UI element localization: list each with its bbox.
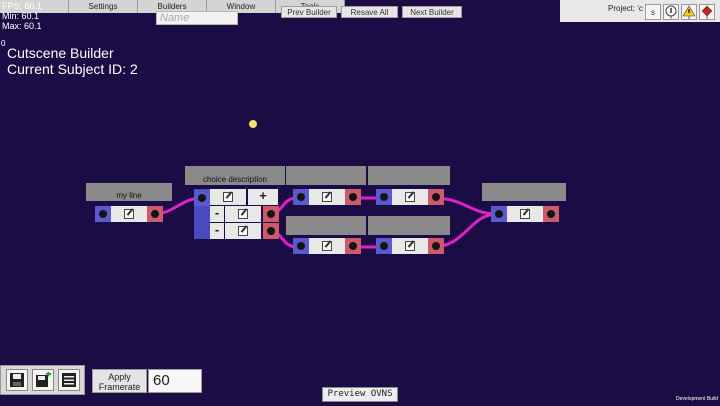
node-header[interactable]: [286, 216, 366, 235]
output-port[interactable]: [147, 206, 163, 222]
input-port[interactable]: [293, 189, 309, 205]
edit-button[interactable]: [225, 223, 261, 239]
edit-button[interactable]: [111, 206, 147, 222]
input-port[interactable]: [491, 206, 507, 222]
choice-node-toolbar: +: [210, 189, 278, 205]
edit-icon: [405, 192, 415, 202]
node-header[interactable]: [286, 166, 366, 185]
line-node: [293, 189, 361, 205]
input-port[interactable]: [95, 206, 111, 222]
output-port[interactable]: [428, 189, 444, 205]
list-icon[interactable]: [58, 369, 80, 391]
edit-button[interactable]: [309, 238, 345, 254]
line-node: [376, 189, 444, 205]
output-port[interactable]: [345, 189, 361, 205]
node-header[interactable]: [368, 216, 450, 235]
remove-choice-button[interactable]: -: [210, 206, 224, 222]
edit-icon: [238, 209, 248, 219]
edit-icon: [405, 241, 415, 251]
output-port[interactable]: [543, 206, 559, 222]
edit-icon: [124, 209, 134, 219]
save-icon[interactable]: [6, 369, 28, 391]
framerate-input[interactable]: 60: [148, 369, 202, 393]
choice-row: -: [210, 223, 279, 239]
input-port[interactable]: [194, 190, 210, 206]
edit-button[interactable]: [210, 189, 246, 205]
edit-icon: [322, 241, 332, 251]
edit-button[interactable]: [507, 206, 543, 222]
output-port[interactable]: [263, 206, 279, 222]
remove-choice-button[interactable]: -: [210, 223, 224, 239]
output-port[interactable]: [428, 238, 444, 254]
edit-button[interactable]: [392, 189, 428, 205]
edit-button[interactable]: [392, 238, 428, 254]
edit-icon: [322, 192, 332, 202]
apply-framerate-button[interactable]: Apply Framerate: [92, 369, 147, 393]
edit-button[interactable]: [309, 189, 345, 205]
save-new-icon[interactable]: [32, 369, 54, 391]
output-port[interactable]: [345, 238, 361, 254]
line-node: [376, 238, 444, 254]
end-node: [491, 206, 559, 222]
edit-icon: [223, 192, 233, 202]
edit-button[interactable]: [225, 206, 261, 222]
output-port[interactable]: [263, 223, 279, 239]
choice-row: -: [210, 206, 279, 222]
add-choice-button[interactable]: +: [248, 189, 278, 205]
preview-button[interactable]: Preview OVNS: [322, 387, 398, 402]
choice-node-input[interactable]: [194, 189, 210, 239]
development-build-label: Development Build: [676, 396, 718, 402]
input-port[interactable]: [376, 238, 392, 254]
line-node: [293, 238, 361, 254]
choice-node-header[interactable]: choice description: [185, 166, 285, 185]
apply-framerate-label: Apply Framerate: [98, 372, 141, 392]
edit-icon: [238, 226, 248, 236]
end-node-header[interactable]: [482, 183, 566, 201]
input-port[interactable]: [293, 238, 309, 254]
node-header[interactable]: [368, 166, 450, 185]
input-port[interactable]: [376, 189, 392, 205]
line-node-header[interactable]: my line: [86, 183, 172, 201]
line-node: [95, 206, 163, 222]
edit-icon: [520, 209, 530, 219]
